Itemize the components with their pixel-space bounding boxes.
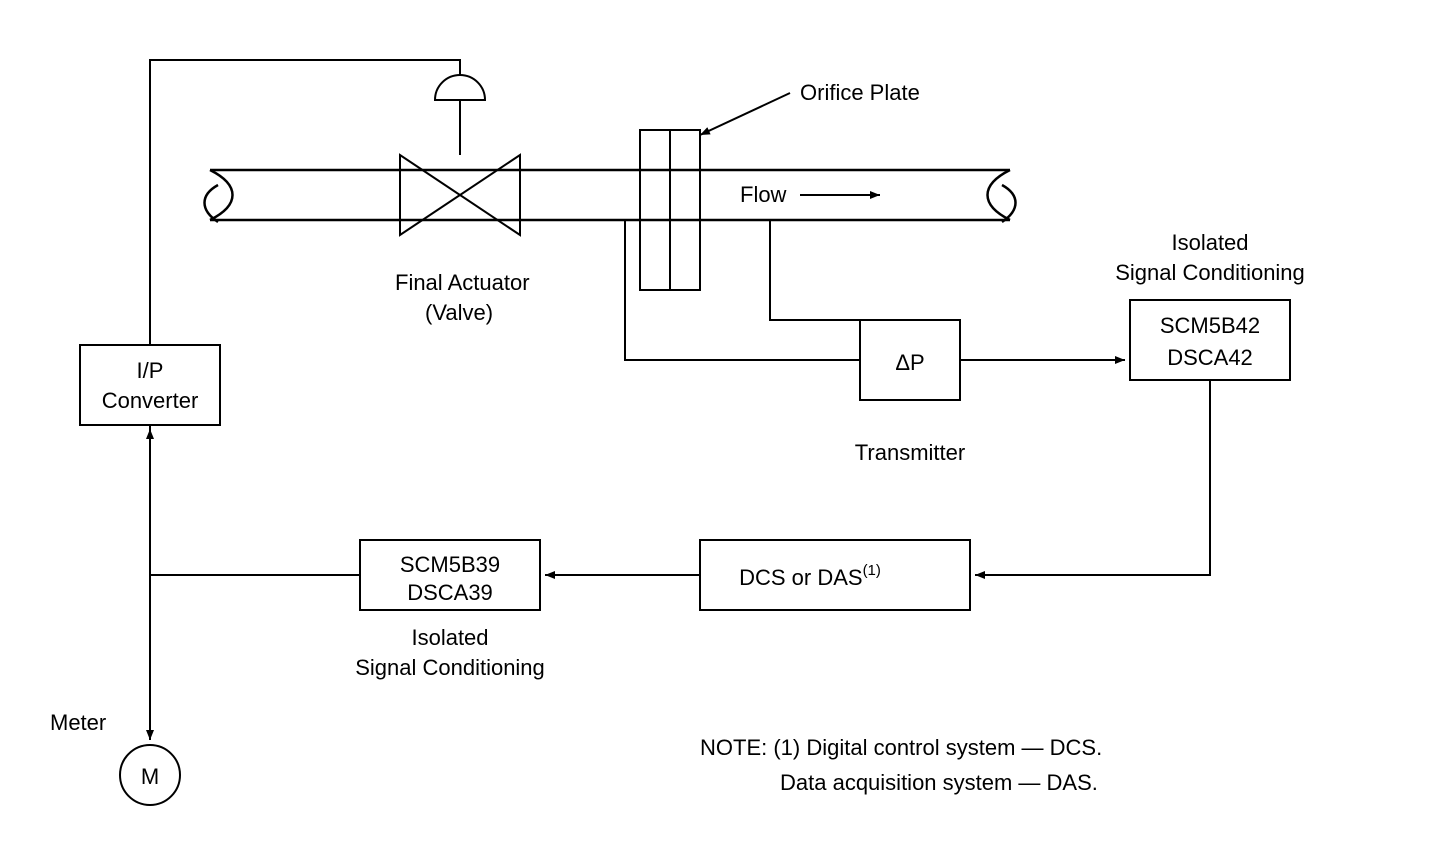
orifice-plate-label: Orifice Plate — [800, 80, 920, 105]
isc-left-label-1: Isolated — [411, 625, 488, 650]
meter-label: Meter — [50, 710, 106, 735]
valve-symbol — [400, 155, 520, 235]
ip-to-actuator-line — [150, 60, 460, 345]
arrow-sc42-to-dcs — [975, 380, 1210, 575]
isc-right-label-1: Isolated — [1171, 230, 1248, 255]
orifice-plate-symbol — [640, 130, 700, 290]
dsca39-text: DSCA39 — [407, 580, 493, 605]
isc-right-label-2: Signal Conditioning — [1115, 260, 1305, 285]
scm5b42-text: SCM5B42 — [1160, 313, 1260, 338]
ip-converter-box — [80, 345, 220, 425]
ip-converter-text-2: Converter — [102, 388, 199, 413]
flow-label: Flow — [740, 182, 787, 207]
pipe — [205, 170, 1016, 222]
deltap-text: ΔP — [895, 350, 924, 375]
final-actuator-label-2: (Valve) — [425, 300, 493, 325]
isc-left-label-2: Signal Conditioning — [355, 655, 545, 680]
final-actuator-label-1: Final Actuator — [395, 270, 530, 295]
note-line-2: Data acquisition system — DAS. — [780, 770, 1098, 795]
dcs-das-text: DCS or DAS(1) — [739, 562, 881, 590]
dsca42-text: DSCA42 — [1167, 345, 1253, 370]
meter-m-text: M — [141, 764, 159, 789]
process-control-diagram: Orifice Plate Flow Final Actuator (Valve… — [0, 0, 1436, 845]
transmitter-label: Transmitter — [855, 440, 965, 465]
ip-converter-text-1: I/P — [137, 358, 164, 383]
actuator-dome — [435, 75, 485, 155]
scm5b39-text: SCM5B39 — [400, 552, 500, 577]
orifice-plate-leader — [700, 93, 790, 135]
note-line-1: NOTE: (1) Digital control system — DCS. — [700, 735, 1102, 760]
tap-downstream — [770, 220, 910, 320]
line-sc39-to-ip — [150, 425, 360, 575]
